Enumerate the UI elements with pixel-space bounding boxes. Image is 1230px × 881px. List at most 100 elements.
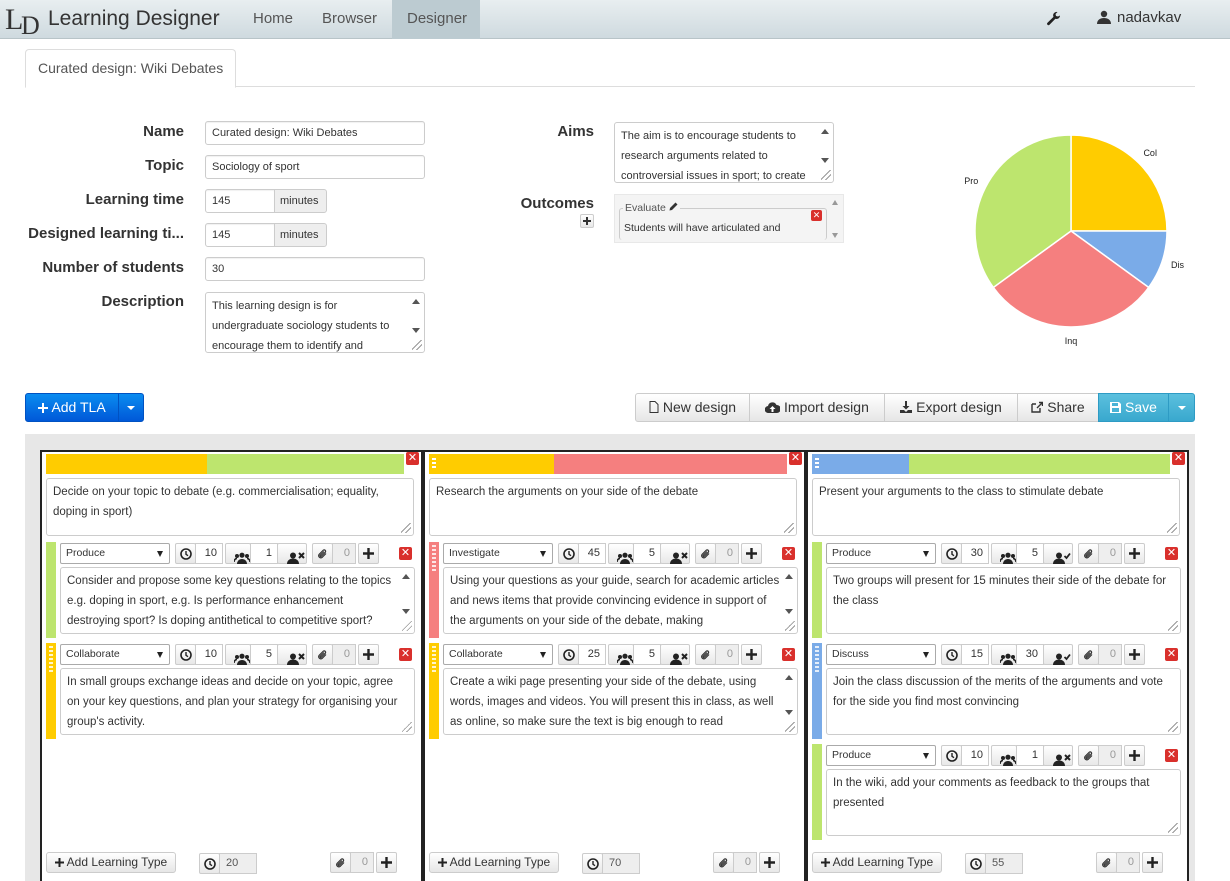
description-textarea[interactable]: This learning design is for undergraduat…	[205, 292, 425, 353]
remove-learning-type-button[interactable]: ✕	[1165, 547, 1178, 560]
duration-button[interactable]	[941, 745, 962, 766]
resize-grip[interactable]	[412, 340, 422, 350]
tla-duration-button[interactable]	[199, 853, 220, 874]
save-button[interactable]: Save	[1098, 393, 1169, 422]
tutor-absent-button[interactable]	[660, 644, 690, 665]
duration-button[interactable]	[558, 543, 579, 564]
resize-grip[interactable]	[785, 722, 795, 732]
duration-input[interactable]: 30	[961, 543, 989, 564]
name-input[interactable]: Curated design: Wiki Debates	[205, 121, 425, 145]
resize-grip[interactable]	[784, 523, 794, 533]
tla-resources-button[interactable]	[713, 852, 734, 873]
add-outcome-button[interactable]	[580, 214, 594, 228]
resources-button[interactable]	[695, 543, 716, 564]
learning-type-select[interactable]: Collaborate	[443, 644, 553, 665]
add-resource-button[interactable]	[1124, 745, 1145, 766]
nav-home[interactable]: Home	[238, 0, 308, 39]
new-design-button[interactable]: New design	[635, 393, 750, 422]
add-resource-button[interactable]	[358, 543, 379, 564]
duration-input[interactable]: 15	[961, 644, 989, 665]
students-input[interactable]: 30	[205, 257, 425, 281]
topic-input[interactable]: Sociology of sport	[205, 155, 425, 179]
add-learning-type-button[interactable]: Add Learning Type	[46, 852, 177, 873]
resize-grip[interactable]	[1168, 722, 1178, 732]
export-design-button[interactable]: Export design	[884, 393, 1018, 422]
resize-grip[interactable]	[785, 621, 795, 631]
group-size-input[interactable]: 1	[1016, 745, 1044, 766]
tla-title-textarea[interactable]: Present your arguments to the class to s…	[812, 478, 1180, 536]
add-resource-button[interactable]	[741, 644, 762, 665]
resources-button[interactable]	[312, 543, 333, 564]
duration-button[interactable]	[558, 644, 579, 665]
designed-time-input[interactable]: 145	[205, 223, 275, 247]
learning-type-strip[interactable]	[46, 542, 56, 638]
duration-input[interactable]: 10	[195, 644, 223, 665]
tutor-absent-button[interactable]	[660, 543, 690, 564]
tla-color-bar[interactable]	[812, 454, 1170, 474]
learning-type-textarea[interactable]: Consider and propose some key questions …	[60, 567, 415, 634]
tla-add-resource-button[interactable]	[1142, 852, 1163, 873]
resize-grip[interactable]	[821, 170, 831, 180]
group-size-button[interactable]	[991, 745, 1017, 766]
group-size-input[interactable]: 30	[1016, 644, 1044, 665]
tab-curated-design[interactable]: Curated design: Wiki Debates	[25, 49, 237, 88]
learning-type-strip[interactable]	[812, 744, 822, 840]
learning-type-strip[interactable]	[429, 542, 439, 638]
nav-browser[interactable]: Browser	[307, 0, 392, 39]
duration-input[interactable]: 25	[578, 644, 606, 665]
outcomes-scrollbar[interactable]	[831, 198, 841, 240]
learning-type-select[interactable]: Produce	[60, 543, 170, 564]
duration-input[interactable]: 10	[961, 745, 989, 766]
learning-type-textarea[interactable]: In the wiki, add your comments as feedba…	[826, 769, 1181, 836]
learning-type-strip[interactable]	[429, 643, 439, 739]
tutor-present-button[interactable]	[1043, 644, 1073, 665]
add-tla-button[interactable]: Add TLA	[25, 393, 119, 422]
drag-handle[interactable]	[432, 545, 436, 571]
tla-duration-button[interactable]	[965, 853, 986, 874]
duration-button[interactable]	[175, 543, 196, 564]
tla-color-bar[interactable]	[46, 454, 404, 474]
learning-type-textarea[interactable]: In small groups exchange ideas and decid…	[60, 668, 415, 735]
duration-button[interactable]	[941, 644, 962, 665]
duration-input[interactable]: 45	[578, 543, 606, 564]
resources-button[interactable]	[695, 644, 716, 665]
duration-button[interactable]	[175, 644, 196, 665]
import-design-button[interactable]: Import design	[749, 393, 885, 422]
learning-type-textarea[interactable]: Create a wiki page presenting your side …	[443, 668, 798, 735]
tutor-absent-button[interactable]	[277, 543, 307, 564]
learning-time-input[interactable]: 145	[205, 189, 275, 213]
group-size-input[interactable]: 5	[633, 543, 661, 564]
remove-outcome-button[interactable]: ✕	[811, 210, 822, 221]
group-size-input[interactable]: 1	[250, 543, 278, 564]
remove-tla-button[interactable]: ✕	[789, 452, 802, 465]
drag-handle[interactable]	[432, 458, 436, 470]
resources-button[interactable]	[1078, 543, 1099, 564]
learning-type-strip[interactable]	[812, 542, 822, 638]
learning-type-textarea[interactable]: Two groups will present for 15 minutes t…	[826, 567, 1181, 634]
resize-grip[interactable]	[402, 621, 412, 631]
group-size-button[interactable]	[608, 644, 634, 665]
aims-textarea[interactable]: The aim is to encourage students to rese…	[614, 122, 834, 183]
group-size-button[interactable]	[608, 543, 634, 564]
tutor-present-button[interactable]	[1043, 543, 1073, 564]
pencil-icon[interactable]	[669, 202, 678, 211]
learning-type-select[interactable]: Collaborate	[60, 644, 170, 665]
drag-handle[interactable]	[815, 646, 819, 672]
resize-grip[interactable]	[402, 722, 412, 732]
save-dropdown[interactable]	[1168, 393, 1195, 422]
add-learning-type-button[interactable]: Add Learning Type	[429, 852, 560, 873]
resources-button[interactable]	[312, 644, 333, 665]
remove-learning-type-button[interactable]: ✕	[782, 648, 795, 661]
group-size-input[interactable]: 5	[1016, 543, 1044, 564]
tutor-absent-button[interactable]	[1043, 745, 1073, 766]
add-tla-dropdown[interactable]	[118, 393, 144, 422]
group-size-input[interactable]: 5	[250, 644, 278, 665]
add-resource-button[interactable]	[1124, 644, 1145, 665]
tla-resources-button[interactable]	[1096, 852, 1117, 873]
resize-grip[interactable]	[1168, 621, 1178, 631]
learning-type-select[interactable]: Investigate	[443, 543, 553, 564]
learning-type-strip[interactable]	[812, 643, 822, 739]
resize-grip[interactable]	[1167, 523, 1177, 533]
group-size-button[interactable]	[225, 644, 251, 665]
remove-tla-button[interactable]: ✕	[406, 452, 419, 465]
